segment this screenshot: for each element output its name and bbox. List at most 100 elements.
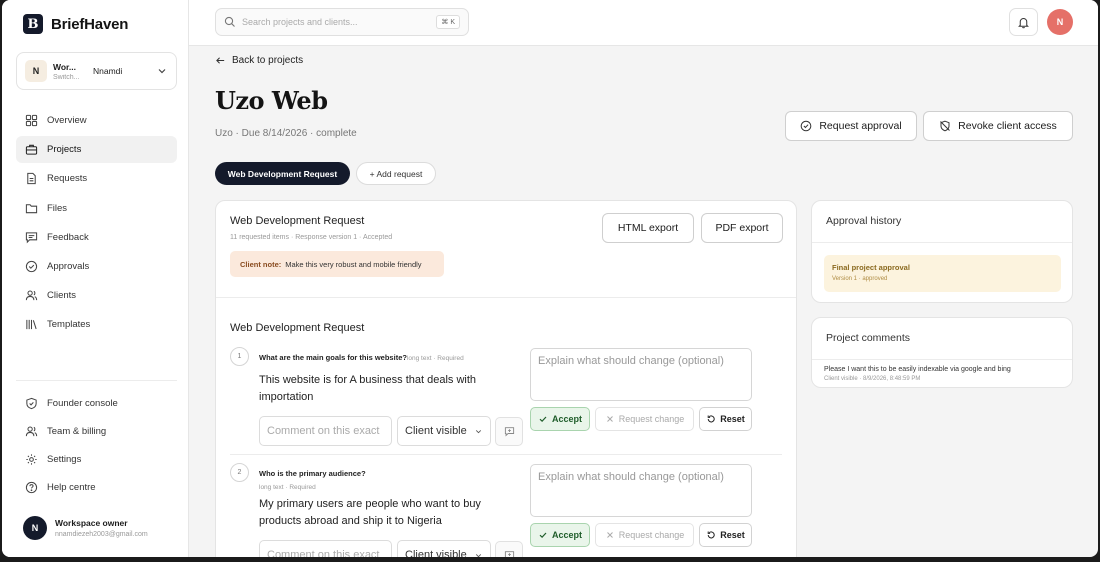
- comment-input[interactable]: [259, 416, 392, 446]
- visibility-select[interactable]: Client visible: [397, 416, 491, 446]
- page-title: Uzo Web: [215, 86, 328, 115]
- brand-name: BriefHaven: [51, 15, 129, 33]
- document-icon: [27, 173, 36, 185]
- shortcut-hint: ⌘ K: [436, 15, 460, 29]
- sidebar-item-label: Team & billing: [47, 425, 107, 437]
- sidebar-item-approvals[interactable]: Approvals: [16, 253, 177, 280]
- add-comment-button[interactable]: [495, 417, 523, 446]
- html-export-button[interactable]: HTML export: [602, 213, 694, 243]
- request-change-label: Request change: [618, 414, 685, 424]
- section-title: Web Development Request: [230, 322, 365, 334]
- main-nav: Overview Projects Requests Files Feedbac…: [16, 107, 177, 341]
- check-circle-icon: [25, 260, 38, 273]
- request-change-label: Request change: [618, 530, 685, 540]
- accept-button[interactable]: Accept: [530, 407, 590, 431]
- back-to-projects-link[interactable]: Back to projects: [215, 55, 303, 66]
- approval-item-sub: Version 1 · approved: [832, 276, 888, 282]
- revoke-client-access-button[interactable]: Revoke client access: [923, 111, 1073, 141]
- shield-icon: [26, 397, 37, 409]
- sidebar-item-settings[interactable]: Settings: [16, 447, 177, 473]
- gear-icon: [26, 454, 37, 465]
- secondary-nav: Founder console Team & billing Settings …: [16, 390, 177, 503]
- reset-label: Reset: [720, 530, 745, 540]
- app-window: B BriefHaven N Wor... Switch... Nnamdi O…: [2, 0, 1098, 557]
- reset-button[interactable]: Reset: [699, 407, 752, 431]
- request-change-button[interactable]: Request change: [595, 523, 694, 547]
- brand-logo: B: [23, 14, 43, 34]
- check-icon: [539, 416, 547, 423]
- bell-icon: [1018, 17, 1029, 28]
- change-explanation-input[interactable]: [530, 348, 752, 401]
- question-answer: My primary users are people who want to …: [259, 498, 481, 527]
- sidebar-item-requests[interactable]: Requests: [16, 165, 177, 192]
- approval-history-item[interactable]: Final project approval Version 1 · appro…: [824, 255, 1061, 292]
- workspace-text: Wor... Switch...: [53, 62, 87, 81]
- owner-name: Workspace owner: [55, 518, 128, 528]
- add-request-button[interactable]: + Add request: [356, 162, 436, 185]
- arrow-left-icon: [216, 57, 225, 64]
- library-icon: [26, 320, 37, 330]
- question-type: long text · Required: [259, 484, 316, 491]
- search-icon: [224, 16, 235, 27]
- add-comment-button[interactable]: [495, 541, 523, 557]
- sidebar-item-label: Settings: [47, 454, 82, 466]
- revoke-access-label: Revoke client access: [958, 120, 1057, 132]
- chevron-down-icon: [158, 69, 166, 74]
- chevron-down-icon: [475, 429, 482, 433]
- sidebar-item-overview[interactable]: Overview: [16, 107, 177, 134]
- message-icon: [25, 232, 38, 244]
- client-note-label: Client note:: [240, 259, 282, 269]
- search-box[interactable]: ⌘ K: [215, 8, 469, 36]
- sidebar-item-label: Projects: [47, 144, 82, 156]
- sidebar-item-templates[interactable]: Templates: [16, 311, 177, 338]
- reset-icon: [707, 531, 715, 539]
- reset-button[interactable]: Reset: [699, 523, 752, 547]
- sidebar: B BriefHaven N Wor... Switch... Nnamdi O…: [2, 0, 189, 557]
- pdf-export-button[interactable]: PDF export: [701, 213, 783, 243]
- user-avatar[interactable]: N: [1047, 9, 1073, 35]
- workspace-switcher[interactable]: N Wor... Switch... Nnamdi: [16, 52, 177, 90]
- check-icon: [539, 532, 547, 539]
- sidebar-item-help-centre[interactable]: Help centre: [16, 475, 177, 501]
- sidebar-item-feedback[interactable]: Feedback: [16, 224, 177, 251]
- grid-icon: [25, 114, 38, 127]
- search-input[interactable]: [242, 17, 431, 27]
- visibility-value: Client visible: [405, 549, 467, 557]
- visibility-select[interactable]: Client visible: [397, 540, 491, 557]
- sidebar-item-files[interactable]: Files: [16, 195, 177, 222]
- close-icon: [606, 532, 613, 538]
- sidebar-item-team-billing[interactable]: Team & billing: [16, 418, 177, 444]
- sidebar-item-label: Approvals: [47, 260, 90, 272]
- users-icon: [25, 426, 38, 436]
- visibility-value: Client visible: [405, 425, 467, 437]
- question-number: 1: [230, 347, 249, 366]
- sidebar-item-label: Templates: [47, 319, 91, 331]
- sidebar-item-projects[interactable]: Projects: [16, 136, 177, 164]
- request-approval-label: Request approval: [819, 120, 902, 132]
- question-type: long text · Required: [406, 355, 464, 362]
- approval-history-panel: Approval history Final project approval …: [811, 200, 1073, 303]
- workspace-owner[interactable]: N Workspace owner nnamdiezeh2003@gmail.c…: [23, 516, 148, 540]
- check-circle-icon: [801, 120, 812, 132]
- notifications-button[interactable]: [1009, 8, 1038, 36]
- question-label: What are the main goals for this website…: [259, 353, 407, 362]
- question-label: Who is the primary audience?: [259, 469, 366, 478]
- sidebar-item-label: Founder console: [47, 397, 118, 409]
- sidebar-item-label: Overview: [47, 115, 87, 126]
- folder-icon: [25, 203, 38, 213]
- tab-web-development-request[interactable]: Web Development Request: [215, 162, 350, 185]
- card-divider: [216, 297, 796, 298]
- request-change-button[interactable]: Request change: [595, 407, 694, 431]
- approval-item-title: Final project approval: [832, 263, 910, 272]
- question-text: Who is the primary audience? long text · …: [259, 467, 519, 494]
- main-content: ⌘ K N Back to projects Uzo Web Uzo · Due…: [189, 0, 1098, 557]
- brand[interactable]: B BriefHaven: [23, 14, 128, 34]
- sidebar-item-founder-console[interactable]: Founder console: [16, 390, 177, 416]
- change-explanation-input[interactable]: [530, 464, 752, 517]
- sidebar-item-label: Clients: [47, 290, 77, 302]
- request-approval-button[interactable]: Request approval: [785, 111, 917, 141]
- sidebar-item-clients[interactable]: Clients: [16, 282, 177, 309]
- reset-icon: [707, 415, 715, 423]
- accept-button[interactable]: Accept: [530, 523, 590, 547]
- comment-input[interactable]: [259, 540, 392, 557]
